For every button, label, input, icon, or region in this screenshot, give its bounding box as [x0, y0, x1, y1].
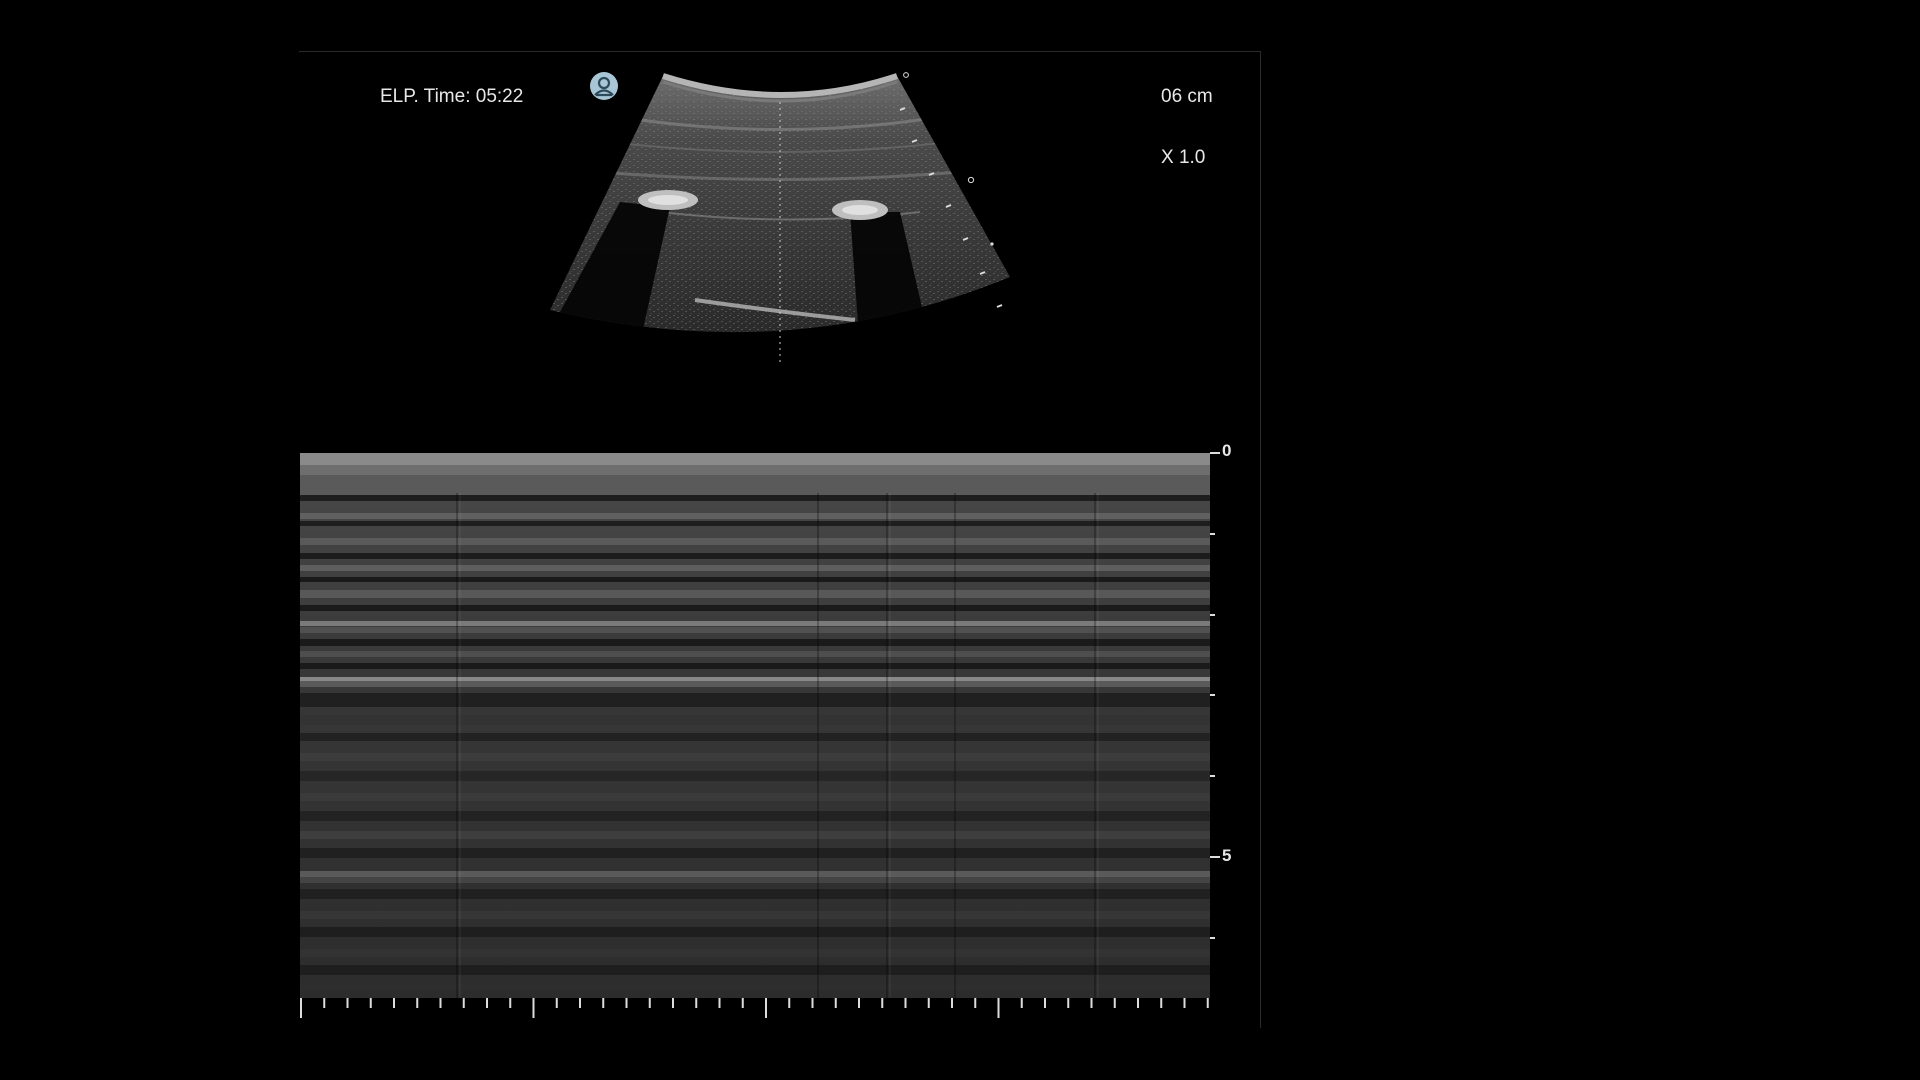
time-axis-ticks: [300, 998, 1209, 1018]
frame-border-top: [299, 51, 1261, 52]
ultrasound-screen: ELP. Time: 05:22 06 cm X 1.0 0 5: [0, 0, 1920, 1080]
depth-scale-label-zero: 0: [1222, 441, 1232, 460]
frame-border-right: [1260, 51, 1261, 1028]
zoom-readout: X 1.0: [1161, 147, 1206, 168]
mmode-trace-panel: [300, 453, 1210, 998]
bmode-sector-image: [550, 72, 1010, 362]
elapsed-time-readout: ELP. Time: 05:22: [380, 86, 524, 107]
depth-scale: [1210, 452, 1220, 939]
mmode-trace-image: [300, 453, 1210, 998]
depth-readout: 06 cm: [1161, 86, 1213, 107]
depth-scale-label-five: 5: [1222, 846, 1232, 865]
